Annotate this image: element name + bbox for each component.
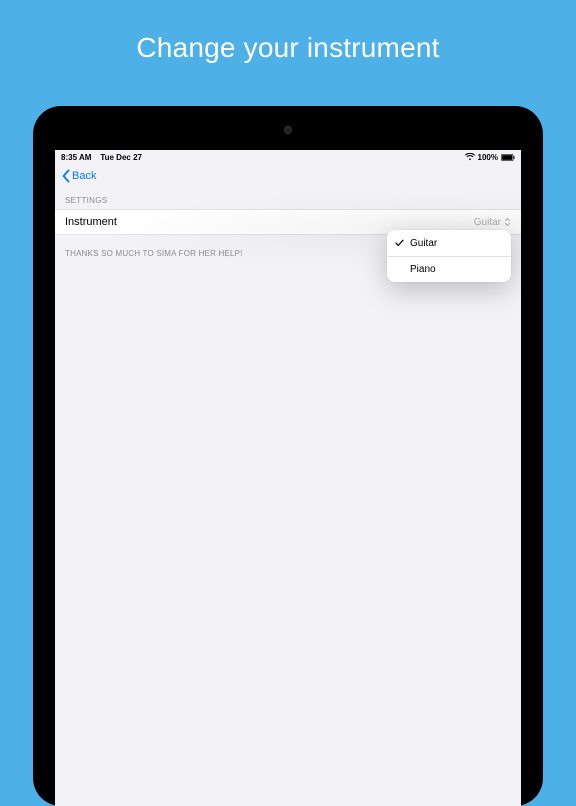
back-label: Back [72,170,96,182]
updown-icon [504,217,511,227]
tablet-frame: 8:35 AM Tue Dec 27 100% Back [33,106,543,806]
status-right: 100% [465,153,515,162]
battery-percent: 100% [478,153,498,162]
screen: 8:35 AM Tue Dec 27 100% Back [55,150,521,806]
settings-section-header: SETTINGS [55,188,521,209]
instrument-row-value: Guitar [474,217,511,228]
chevron-left-icon [61,169,71,183]
status-bar: 8:35 AM Tue Dec 27 100% [55,150,521,164]
wifi-icon [465,153,475,161]
status-time: 8:35 AM [61,153,91,162]
status-left: 8:35 AM Tue Dec 27 [61,153,142,162]
nav-bar: Back [55,164,521,188]
popover-item-guitar[interactable]: Guitar [387,230,511,256]
instrument-popover: Guitar Piano [387,230,511,282]
instrument-row-label: Instrument [65,216,117,228]
popover-item-piano[interactable]: Piano [387,256,511,282]
back-button[interactable]: Back [61,169,96,183]
popover-item-label: Piano [410,264,436,275]
promo-title: Change your instrument [0,0,576,64]
popover-item-label: Guitar [410,238,437,249]
battery-icon [501,154,515,161]
instrument-value-text: Guitar [474,217,501,228]
status-date: Tue Dec 27 [100,153,142,162]
check-icon [395,239,404,247]
camera-dot [284,126,292,134]
